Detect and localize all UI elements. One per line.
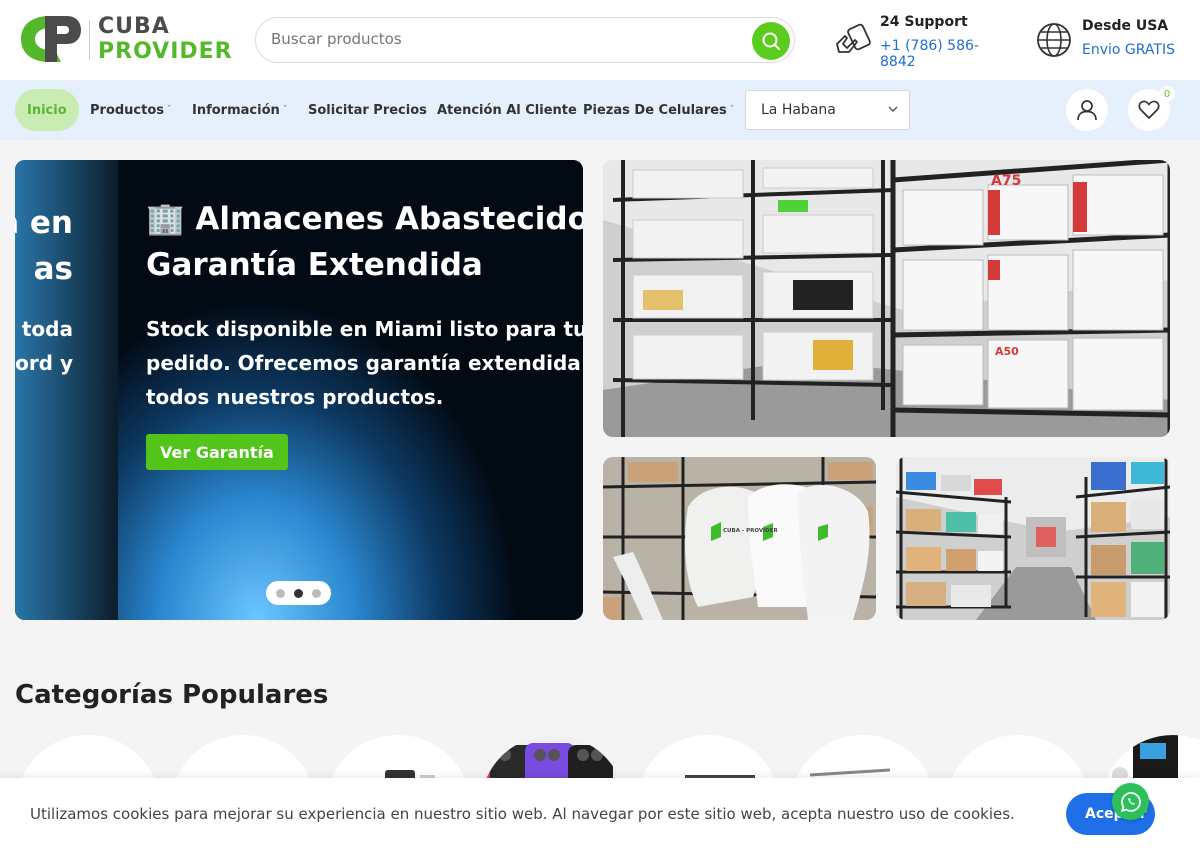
- phone-hand-icon: [836, 23, 871, 53]
- search-bar: [255, 17, 795, 63]
- nav-item-atencion-cliente[interactable]: Atención Al Cliente: [437, 89, 577, 131]
- main-navigation: Inicio Productos ˅ Información ˅ Solicit…: [0, 80, 1200, 140]
- building-icon: 🏢: [146, 201, 185, 237]
- slide-description: Stock disponible en Miami listo para tu …: [146, 317, 583, 409]
- box-label-a50: A50: [995, 345, 1019, 358]
- logo-divider: [89, 20, 90, 60]
- nav-item-productos[interactable]: Productos ˅: [90, 89, 172, 131]
- slider-dot[interactable]: [312, 588, 321, 598]
- box-label-a75: A75: [991, 173, 1021, 189]
- support-block[interactable]: 24 Support +1 (786) 586-8842: [833, 12, 1013, 70]
- account-button[interactable]: [1066, 89, 1108, 131]
- ver-garantia-button[interactable]: Ver Garantía: [146, 434, 288, 470]
- nav-item-solicitar-precios[interactable]: Solicitar Precios: [308, 89, 427, 131]
- previous-slide-text-line1: n toda: [15, 317, 73, 341]
- support-title: 24 Support: [880, 14, 968, 30]
- cookie-message: Utilizamos cookies para mejorar su exper…: [30, 805, 1015, 823]
- warehouse-shelves-photo[interactable]: A75 A50: [603, 160, 1170, 437]
- slider-dot-active[interactable]: [294, 588, 303, 598]
- nav-item-inicio[interactable]: Inicio: [15, 89, 79, 131]
- warehouse-aisle-image: [896, 457, 1170, 620]
- logo-text-provider: PROVIDER: [98, 39, 233, 64]
- warehouse-aisle-photo[interactable]: [896, 457, 1170, 620]
- nav-item-informacion[interactable]: Información ˅: [192, 89, 287, 131]
- search-input[interactable]: [271, 30, 741, 48]
- nav-label: Solicitar Precios: [308, 102, 427, 118]
- chevron-down-icon: ˅: [282, 105, 288, 115]
- city-selected-value: La Habana: [761, 102, 836, 118]
- heart-icon: [1138, 100, 1160, 119]
- nav-label: Información: [192, 102, 280, 118]
- slider-pagination: [266, 581, 331, 605]
- warehouse-bags-photo[interactable]: CUBA - PROVIDER: [603, 457, 876, 620]
- whatsapp-icon: [1120, 791, 1141, 812]
- nav-label: Atención Al Cliente: [437, 102, 577, 118]
- wishlist-button[interactable]: 0: [1128, 86, 1175, 131]
- search-icon: [762, 32, 780, 50]
- nav-label: Productos: [90, 102, 165, 118]
- nav-label: Piezas De Celulares: [583, 102, 727, 118]
- logo-text-cuba: CUBA: [98, 14, 170, 39]
- user-icon: [1077, 100, 1097, 121]
- nav-label: Inicio: [27, 102, 67, 118]
- slide-title-line1: Almacenes Abastecidos: [195, 201, 583, 237]
- warehouse-shelves-image: A75 A50: [603, 160, 1170, 437]
- current-slide: 🏢 Almacenes Abastecidos Garantía Extendi…: [118, 160, 583, 620]
- chevron-down-icon: [888, 106, 898, 112]
- nav-item-piezas-celulares[interactable]: Piezas De Celulares ˅: [583, 89, 734, 131]
- bag-print-text: CUBA - PROVIDER: [723, 528, 778, 534]
- wishlist-count-badge: 0: [1159, 86, 1175, 102]
- shipping-title: Desde USA: [1082, 18, 1169, 34]
- site-logo[interactable]: CUBA PROVIDER: [15, 14, 232, 66]
- support-phone-link[interactable]: +1 (786) 586-8842: [880, 38, 1013, 70]
- previous-slide-peek: a en as n toda ecord y: [15, 160, 118, 620]
- previous-slide-text: n toda ecord y: [15, 312, 73, 380]
- cookie-consent-bar: Utilizamos cookies para mejorar su exper…: [0, 778, 1200, 850]
- logo-mark-icon: [21, 16, 81, 62]
- shipping-subtitle-link[interactable]: Envio GRATIS: [1082, 42, 1175, 58]
- warehouse-bags-image: CUBA - PROVIDER: [603, 457, 876, 620]
- slide-title: 🏢 Almacenes Abastecidos Garantía Extendi…: [146, 196, 583, 288]
- chevron-down-icon: ˅: [729, 105, 735, 115]
- shipping-block[interactable]: Desde USA Envio GRATIS: [1036, 16, 1186, 72]
- header-top: CUBA PROVIDER 24 Support +1 (786) 586-88…: [0, 0, 1200, 80]
- chevron-down-icon: ˅: [167, 105, 172, 115]
- categories-heading: Categorías Populares: [15, 680, 329, 710]
- search-button[interactable]: [752, 22, 790, 60]
- previous-slide-text-line2: ecord y: [15, 351, 73, 375]
- previous-slide-title-line2: as: [33, 251, 73, 287]
- city-select[interactable]: La Habana: [745, 90, 910, 130]
- whatsapp-chat-button[interactable]: [1112, 783, 1149, 820]
- globe-icon: [1037, 23, 1071, 57]
- hero-slider[interactable]: a en as n toda ecord y 🏢 Almacenes Abast…: [15, 160, 583, 620]
- slide-title-line2: Garantía Extendida: [146, 247, 483, 283]
- previous-slide-title: a en as: [15, 200, 73, 292]
- slider-dot[interactable]: [276, 588, 285, 598]
- previous-slide-title-line1: a en: [15, 205, 73, 241]
